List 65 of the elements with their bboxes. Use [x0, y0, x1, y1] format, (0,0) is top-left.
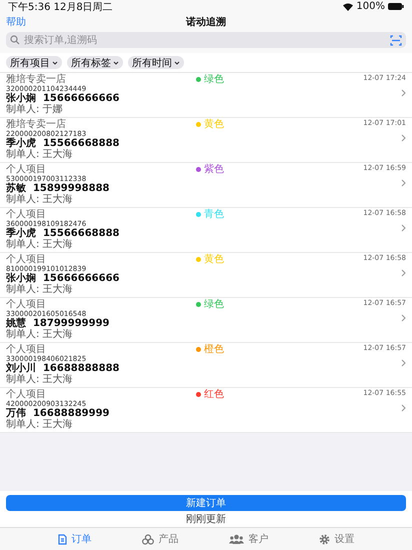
update-status: 刚刚更新: [186, 512, 226, 526]
page-title: 诺动追溯: [186, 16, 226, 29]
tab[interactable]: 客户: [228, 532, 268, 546]
chevron-icon[interactable]: [401, 404, 406, 412]
customer-name: 张小娴 15666666666: [6, 274, 121, 284]
order-maker: 制单人: 王大海: [6, 420, 74, 430]
order-maker: 制单人: 王大海: [6, 375, 74, 385]
chevron-icon[interactable]: [401, 179, 406, 187]
filter-dropdown[interactable]: 所有项目: [6, 56, 62, 69]
tag-label: 绿色: [204, 75, 224, 85]
customer-name: 季小虎 15566668888: [6, 139, 121, 149]
tag-label: 绿色: [204, 300, 224, 310]
tag-label: 黄色: [204, 255, 224, 265]
project-name: 个人项目: [6, 345, 47, 355]
customer-name: 张小娴 15666666666: [6, 94, 121, 104]
customer-name: 苏敏 15899998888: [6, 184, 111, 194]
chevron-icon[interactable]: [401, 89, 406, 97]
filter-dropdown[interactable]: 所有时间: [128, 56, 184, 69]
customer-name: 万伟 16688889999: [6, 409, 111, 419]
tag-label: 橙色: [204, 345, 224, 355]
chevron-icon[interactable]: [401, 314, 406, 322]
customer-name: 姚慧 18799999999: [6, 319, 111, 329]
tab[interactable]: 产品: [142, 532, 178, 546]
project-name: 个人项目: [6, 300, 47, 310]
order-maker: 制单人: 王大海: [6, 285, 74, 295]
project-name: 雅培专卖一店: [6, 75, 67, 85]
filter-dropdown[interactable]: 所有标签: [67, 56, 123, 69]
project-name: 个人项目: [6, 255, 47, 265]
wifi-icon: [343, 2, 354, 10]
caret-icon: [174, 60, 180, 64]
caret-icon: [52, 60, 58, 64]
order-maker: 制单人: 王大海: [6, 195, 74, 205]
project-name: 个人项目: [6, 165, 47, 175]
people-icon: [228, 534, 244, 544]
order-maker: 制单人: 王大海: [6, 150, 74, 160]
order-maker: 制单人: 王大海: [6, 330, 74, 340]
tag-label: 黄色: [204, 120, 224, 130]
project-name: 个人项目: [6, 390, 47, 400]
settings-icon: [318, 534, 330, 544]
status-time: 下午5:36 12月8日周二: [8, 0, 113, 14]
chevron-icon[interactable]: [401, 134, 406, 142]
chevron-icon[interactable]: [401, 359, 406, 367]
circles-icon: [142, 534, 154, 544]
tag-label: 紫色: [204, 165, 224, 175]
tab[interactable]: 设置: [318, 532, 354, 546]
search-input[interactable]: 搜索订单,追溯码: [24, 34, 386, 46]
scan-icon[interactable]: [390, 34, 402, 46]
new-order-button[interactable]: 新建订单: [6, 495, 406, 511]
customer-name: 刘小川 16688888888: [6, 364, 121, 374]
order-maker: 制单人: 王大海: [6, 240, 74, 250]
tag-label: 红色: [204, 390, 224, 400]
chevron-icon[interactable]: [401, 224, 406, 232]
project-name: 雅培专卖一店: [6, 120, 67, 130]
caret-icon: [113, 60, 119, 64]
chevron-icon[interactable]: [401, 269, 406, 277]
help-link[interactable]: 帮助: [6, 15, 26, 29]
project-name: 个人项目: [6, 210, 47, 220]
battery-icon: [388, 3, 404, 10]
tag-label: 青色: [204, 210, 224, 220]
search-icon: [10, 35, 20, 45]
order-maker: 制单人: 于娜: [6, 105, 64, 115]
search-bar[interactable]: 搜索订单,追溯码: [6, 32, 406, 48]
tab[interactable]: 订单: [58, 532, 92, 546]
document-icon: [58, 534, 66, 544]
battery-percent: 100%: [356, 1, 385, 12]
